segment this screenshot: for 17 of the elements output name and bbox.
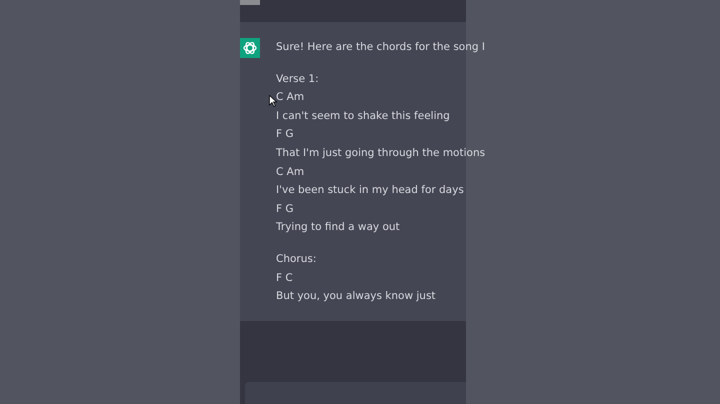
lyric-line: Chorus: [276, 252, 318, 267]
lyric-line: I can't seem to shake this feeling [276, 108, 451, 124]
lyric-line: F C [276, 270, 294, 286]
lyric-line: F G [276, 202, 295, 217]
lyric-line: Trying to find a way out [276, 220, 401, 236]
assistant-logo-icon [240, 38, 260, 58]
lyric-line: But you, you always know just [276, 289, 437, 304]
lyric-line: C Am [276, 90, 306, 106]
message-input-field[interactable] [245, 382, 466, 404]
mouse-pointer-icon [269, 95, 277, 107]
lyric-line: Verse 1: [276, 72, 320, 87]
user-avatar [240, 0, 260, 5]
message-text: Sure! Here are the chords for the song I [276, 40, 486, 55]
lyric-line: I've been stuck in my head for days [276, 183, 465, 198]
lyric-line: That I'm just going through the motions [276, 146, 486, 161]
lyric-line: C Am [276, 164, 306, 180]
lyric-line: F G [276, 127, 295, 142]
